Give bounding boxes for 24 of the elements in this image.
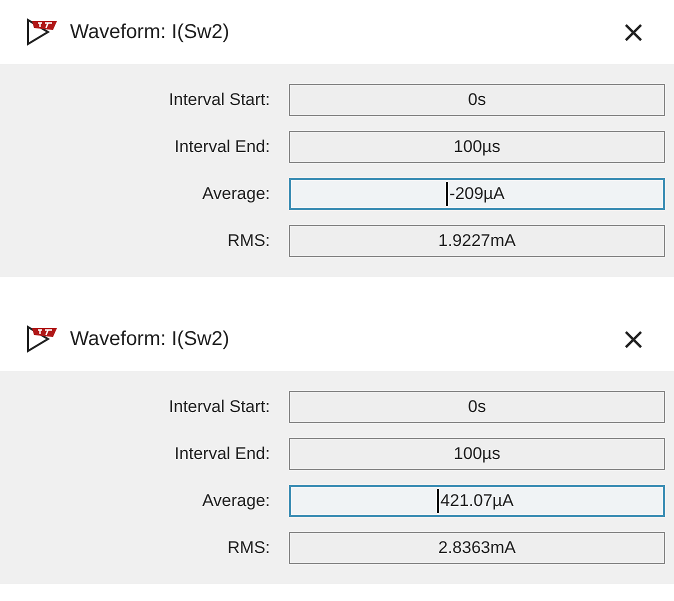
field-label: Interval Start: <box>168 90 270 110</box>
text-cursor <box>437 489 440 513</box>
app-logo-icon <box>26 325 60 353</box>
value-field[interactable]: 100µs <box>289 131 665 163</box>
close-button[interactable]: × <box>614 322 652 356</box>
field-label: Interval End: <box>174 444 270 464</box>
window-title: Waveform: I(Sw2) <box>70 328 230 350</box>
value-field[interactable]: 2.8363mA <box>289 532 665 564</box>
value-field[interactable]: 421.07µA <box>289 485 665 517</box>
value-field[interactable]: -209µA <box>289 178 665 210</box>
field-label: Average: <box>201 184 270 204</box>
close-button[interactable]: × <box>614 14 652 50</box>
app-logo-icon <box>26 18 60 46</box>
field-label: RMS: <box>226 231 270 251</box>
value-field[interactable]: 100µs <box>289 438 665 470</box>
value-field[interactable]: 0s <box>289 84 665 116</box>
field-label: Interval End: <box>174 137 270 157</box>
value-field[interactable]: 0s <box>289 391 665 423</box>
field-label: Average: <box>201 491 270 511</box>
field-label: RMS: <box>226 538 270 558</box>
text-cursor <box>446 182 448 206</box>
window-title: Waveform: I(Sw2) <box>70 20 230 44</box>
value-field[interactable]: 1.9227mA <box>289 225 665 257</box>
field-label: Interval Start: <box>168 397 270 417</box>
